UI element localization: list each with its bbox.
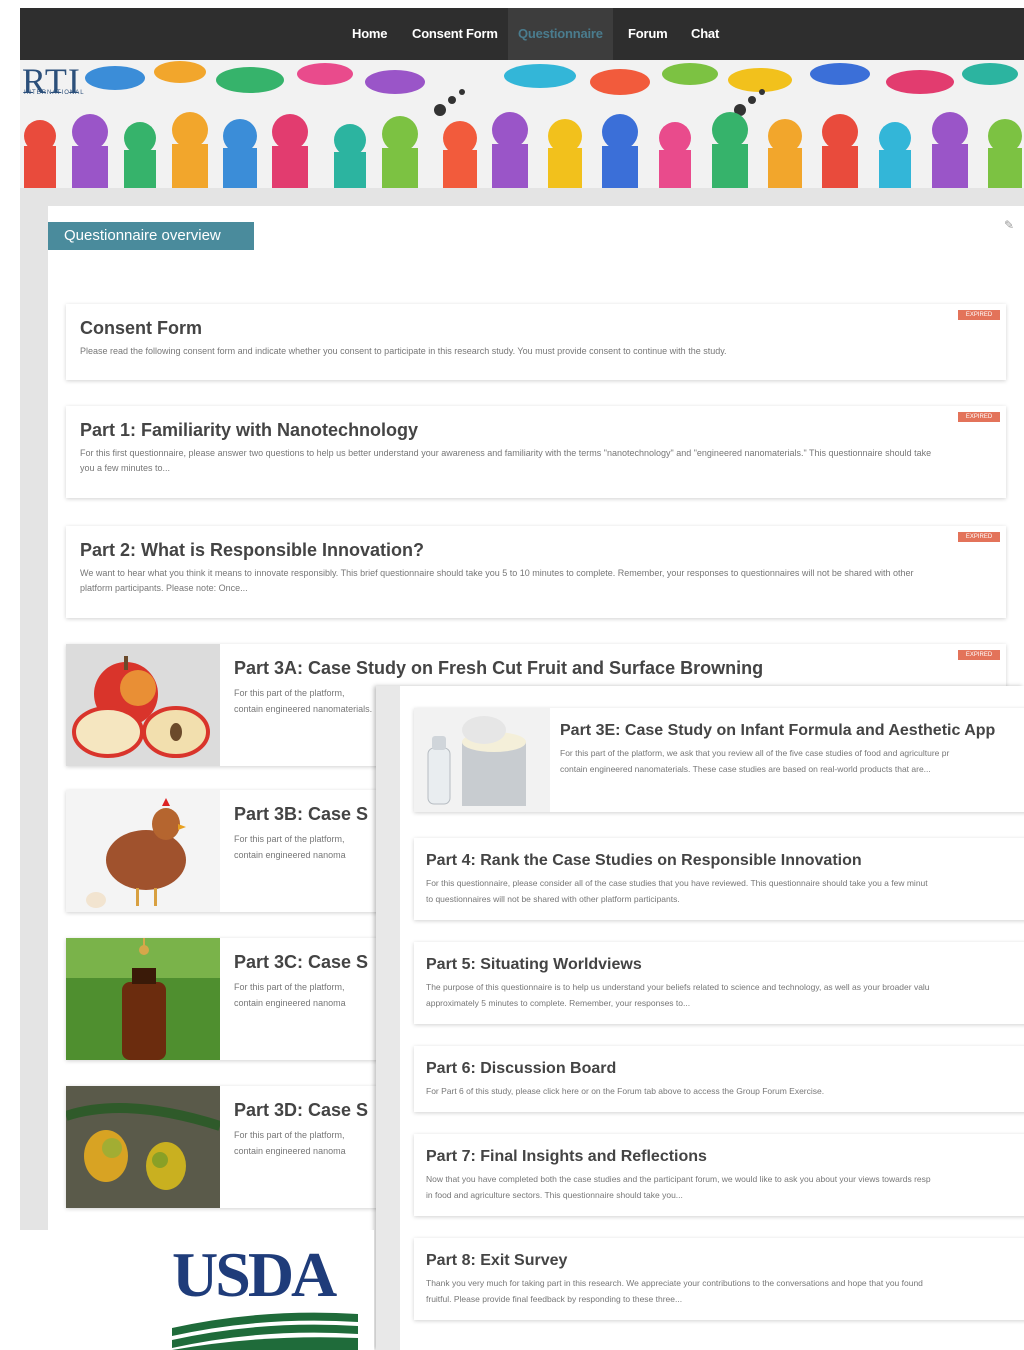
expired-badge: EXPIRED [958, 650, 1000, 660]
card-description: Now that you have completed both the cas… [426, 1174, 931, 1184]
card-title[interactable]: Part 8: Exit Survey [426, 1252, 567, 1270]
card-part-4[interactable]: Part 4: Rank the Case Studies on Respons… [414, 838, 1024, 920]
card-description-line-2: contain engineered nanoma [234, 998, 346, 1008]
card-title[interactable]: Part 3A: Case Study on Fresh Cut Fruit a… [234, 658, 763, 679]
card-description: For Part 6 of this study, please click h… [426, 1086, 825, 1096]
card-description-line-2: approximately 5 minutes to complete. Rem… [426, 998, 691, 1008]
apple-thumbnail [66, 644, 220, 766]
card-title[interactable]: Consent Form [80, 318, 202, 339]
card-description: For this part of the platform, [234, 834, 345, 844]
questionnaire-overview-tab[interactable]: Questionnaire overview [48, 222, 254, 250]
expired-badge: EXPIRED [958, 310, 1000, 320]
card-part-8[interactable]: Part 8: Exit Survey Thank you very much … [414, 1238, 1024, 1320]
speech-bubbles-people-illustration [24, 61, 1022, 188]
card-title[interactable]: Part 6: Discussion Board [426, 1060, 616, 1078]
card-title[interactable]: Part 1: Familiarity with Nanotechnology [80, 420, 418, 441]
card-description: For this part of the platform, [234, 1130, 345, 1140]
card-part-3e[interactable]: Part 3E: Case Study on Infant Formula an… [414, 708, 1024, 812]
card-description: Please read the following consent form a… [80, 346, 727, 356]
card-description-line-2: contain engineered nanomaterials. [234, 704, 373, 714]
usda-logo: USDA [158, 1230, 374, 1350]
card-description-line-2: to questionnaires will not be shared wit… [426, 894, 680, 904]
card-description: The purpose of this questionnaire is to … [426, 982, 930, 992]
nav-forum[interactable]: Forum [628, 8, 668, 60]
card-title[interactable]: Part 4: Rank the Case Studies on Respons… [426, 852, 862, 870]
card-title[interactable]: Part 7: Final Insights and Reflections [426, 1148, 707, 1166]
card-title[interactable]: Part 3E: Case Study on Infant Formula an… [560, 722, 995, 740]
bottle-thumbnail [66, 938, 220, 1060]
card-description: For this first questionnaire, please ans… [80, 448, 932, 473]
usda-field-stripes [172, 1312, 358, 1350]
card-part-7[interactable]: Part 7: Final Insights and Reflections N… [414, 1134, 1024, 1216]
card-description-line-2: contain engineered nanoma [234, 850, 346, 860]
card-part-2[interactable]: Part 2: What is Responsible Innovation? … [66, 526, 1006, 618]
card-part-6[interactable]: Part 6: Discussion Board For Part 6 of t… [414, 1046, 1024, 1112]
card-description-line-2: fruitful. Please provide final feedback … [426, 1294, 683, 1304]
card-title[interactable]: Part 3D: Case S [234, 1100, 368, 1121]
card-title[interactable]: Part 5: Situating Worldviews [426, 956, 642, 974]
edit-pencil-icon[interactable]: ✎ [1004, 218, 1014, 232]
card-description: For this part of the platform, we ask th… [560, 748, 950, 758]
front-screenshot: Part 3E: Case Study on Infant Formula an… [376, 686, 1024, 1350]
card-title[interactable]: Part 2: What is Responsible Innovation? [80, 540, 424, 561]
card-description-line-2: in food and agriculture sectors. This qu… [426, 1190, 683, 1200]
usda-logo-text: USDA [172, 1239, 337, 1310]
card-description: We want to hear what you think it means … [80, 568, 914, 593]
infant-formula-thumbnail [414, 708, 550, 812]
nav-chat[interactable]: Chat [691, 8, 719, 60]
card-part-5[interactable]: Part 5: Situating Worldviews The purpose… [414, 942, 1024, 1024]
nav-home[interactable]: Home [352, 8, 388, 60]
citrus-thumbnail [66, 1086, 220, 1208]
card-consent-form[interactable]: Consent Form Please read the following c… [66, 304, 1006, 380]
card-description: Thank you very much for taking part in t… [426, 1278, 923, 1288]
card-description-line-2: contain engineered nanoma [234, 1146, 346, 1156]
card-description: For this questionnaire, please consider … [426, 878, 928, 888]
questionnaire-panel-continued: Part 3E: Case Study on Infant Formula an… [400, 686, 1024, 1350]
card-description: For this part of the platform, [234, 982, 345, 992]
card-part-1[interactable]: Part 1: Familiarity with Nanotechnology … [66, 406, 1006, 498]
expired-badge: EXPIRED [958, 532, 1000, 542]
card-description: For this part of the platform, [234, 688, 345, 698]
expired-badge: EXPIRED [958, 412, 1000, 422]
people-banner [20, 60, 1024, 188]
nav-consent-form[interactable]: Consent Form [412, 8, 498, 60]
top-nav: Home Consent Form Questionnaire Forum Ch… [20, 8, 1024, 60]
card-title[interactable]: Part 3B: Case S [234, 804, 368, 825]
hen-thumbnail [66, 790, 220, 912]
card-title[interactable]: Part 3C: Case S [234, 952, 368, 973]
nav-questionnaire[interactable]: Questionnaire [508, 8, 613, 60]
card-description-line-2: contain engineered nanomaterials. These … [560, 764, 931, 774]
rti-logo-subtitle: INTERNATIONAL [24, 90, 85, 96]
